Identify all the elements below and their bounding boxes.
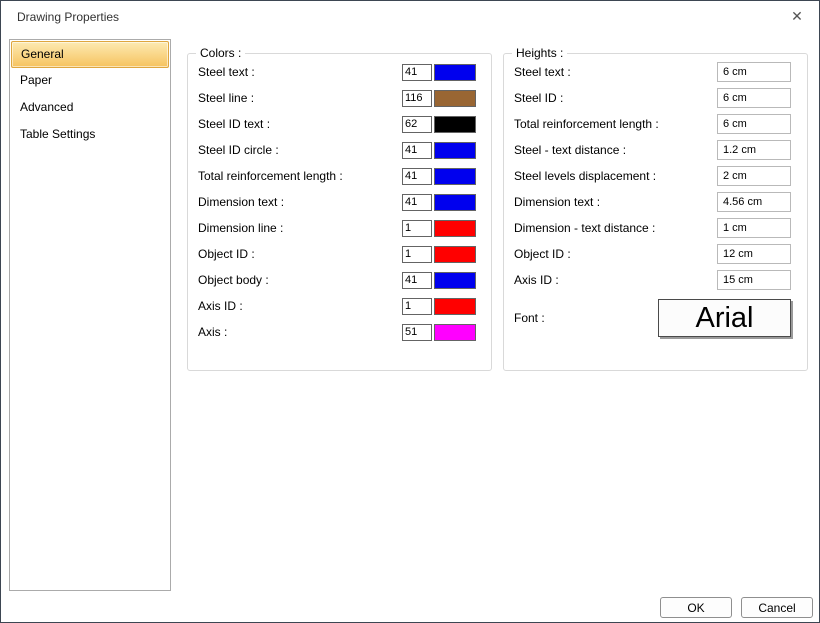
height-row: Total reinforcement length : — [504, 111, 807, 137]
color-row-label: Object ID : — [198, 247, 402, 261]
height-row: Dimension - text distance : — [504, 215, 807, 241]
color-row-label: Axis ID : — [198, 299, 402, 313]
height-row-label: Object ID : — [514, 247, 717, 261]
color-number-input[interactable] — [402, 64, 432, 81]
color-number-input[interactable] — [402, 272, 432, 289]
height-row-label: Steel ID : — [514, 91, 717, 105]
height-value-input[interactable] — [717, 166, 791, 186]
height-row: Object ID : — [504, 241, 807, 267]
color-row: Object body : — [188, 267, 491, 293]
color-row-label: Dimension text : — [198, 195, 402, 209]
color-swatch[interactable] — [434, 142, 476, 159]
font-picker-button[interactable]: Arial — [658, 299, 791, 337]
height-row-label: Steel text : — [514, 65, 717, 79]
color-swatch[interactable] — [434, 272, 476, 289]
height-row: Steel text : — [504, 59, 807, 85]
height-value-input[interactable] — [717, 270, 791, 290]
color-number-input[interactable] — [402, 246, 432, 263]
height-row: Steel ID : — [504, 85, 807, 111]
color-row: Axis ID : — [188, 293, 491, 319]
height-row: Axis ID : — [504, 267, 807, 293]
colors-rows: Steel text : Steel line : Steel ID text : S… — [188, 59, 491, 345]
drawing-properties-dialog: Drawing Properties ✕ GeneralPaperAdvance… — [0, 0, 820, 623]
color-row-label: Steel ID circle : — [198, 143, 402, 157]
color-swatch[interactable] — [434, 168, 476, 185]
height-value-input[interactable] — [717, 62, 791, 82]
color-row: Steel line : — [188, 85, 491, 111]
color-swatch[interactable] — [434, 194, 476, 211]
height-value-input[interactable] — [717, 218, 791, 238]
colors-group-title: Colors : — [196, 46, 245, 60]
height-row: Steel levels displacement : — [504, 163, 807, 189]
color-number-input[interactable] — [402, 168, 432, 185]
heights-group: Heights : Steel text :Steel ID :Total re… — [503, 53, 808, 371]
color-row-label: Object body : — [198, 273, 402, 287]
color-swatch[interactable] — [434, 298, 476, 315]
color-row-label: Steel ID text : — [198, 117, 402, 131]
sidebar-item-advanced[interactable]: Advanced — [11, 95, 169, 122]
titlebar: Drawing Properties ✕ — [1, 1, 819, 32]
sidebar-list: GeneralPaperAdvancedTable Settings — [9, 39, 171, 591]
color-number-input[interactable] — [402, 220, 432, 237]
color-number-input[interactable] — [402, 90, 432, 107]
color-row-label: Steel line : — [198, 91, 402, 105]
height-value-input[interactable] — [717, 114, 791, 134]
height-value-input[interactable] — [717, 192, 791, 212]
height-row: Dimension text : — [504, 189, 807, 215]
colors-group: Colors : Steel text :Steel line :Steel I… — [187, 53, 492, 371]
color-swatch[interactable] — [434, 116, 476, 133]
color-swatch[interactable] — [434, 90, 476, 107]
height-row-label: Dimension text : — [514, 195, 717, 209]
color-row: Total reinforcement length : — [188, 163, 491, 189]
cancel-button[interactable]: Cancel — [741, 597, 813, 618]
ok-button[interactable]: OK — [660, 597, 732, 618]
color-swatch[interactable] — [434, 220, 476, 237]
color-swatch[interactable] — [434, 64, 476, 81]
heights-rows: Steel text : Steel ID : Total reinforcemen… — [504, 59, 807, 293]
close-icon[interactable]: ✕ — [775, 1, 819, 32]
color-swatch[interactable] — [434, 246, 476, 263]
color-swatch[interactable] — [434, 324, 476, 341]
height-row-label: Dimension - text distance : — [514, 221, 717, 235]
height-value-input[interactable] — [717, 244, 791, 264]
height-row-label: Total reinforcement length : — [514, 117, 717, 131]
height-row-label: Steel - text distance : — [514, 143, 717, 157]
color-row: Dimension line : — [188, 215, 491, 241]
heights-group-title: Heights : — [512, 46, 567, 60]
color-row: Axis : — [188, 319, 491, 345]
font-row: Font : Arial — [504, 299, 807, 337]
color-number-input[interactable] — [402, 324, 432, 341]
height-value-input[interactable] — [717, 88, 791, 108]
height-row-label: Axis ID : — [514, 273, 717, 287]
color-row: Dimension text : — [188, 189, 491, 215]
color-number-input[interactable] — [402, 142, 432, 159]
color-row-label: Dimension line : — [198, 221, 402, 235]
sidebar-item-paper[interactable]: Paper — [11, 68, 169, 95]
color-row-label: Total reinforcement length : — [198, 169, 402, 183]
color-row: Steel ID text : — [188, 111, 491, 137]
sidebar-item-table-settings[interactable]: Table Settings — [11, 122, 169, 149]
height-value-input[interactable] — [717, 140, 791, 160]
color-row: Steel text : — [188, 59, 491, 85]
height-row-label: Steel levels displacement : — [514, 169, 717, 183]
color-number-input[interactable] — [402, 298, 432, 315]
color-row: Object ID : — [188, 241, 491, 267]
height-row: Steel - text distance : — [504, 137, 807, 163]
font-label: Font : — [514, 311, 658, 325]
window-title: Drawing Properties — [17, 10, 119, 24]
color-row-label: Axis : — [198, 325, 402, 339]
color-number-input[interactable] — [402, 194, 432, 211]
sidebar-item-general[interactable]: General — [11, 41, 169, 68]
color-number-input[interactable] — [402, 116, 432, 133]
color-row-label: Steel text : — [198, 65, 402, 79]
color-row: Steel ID circle : — [188, 137, 491, 163]
